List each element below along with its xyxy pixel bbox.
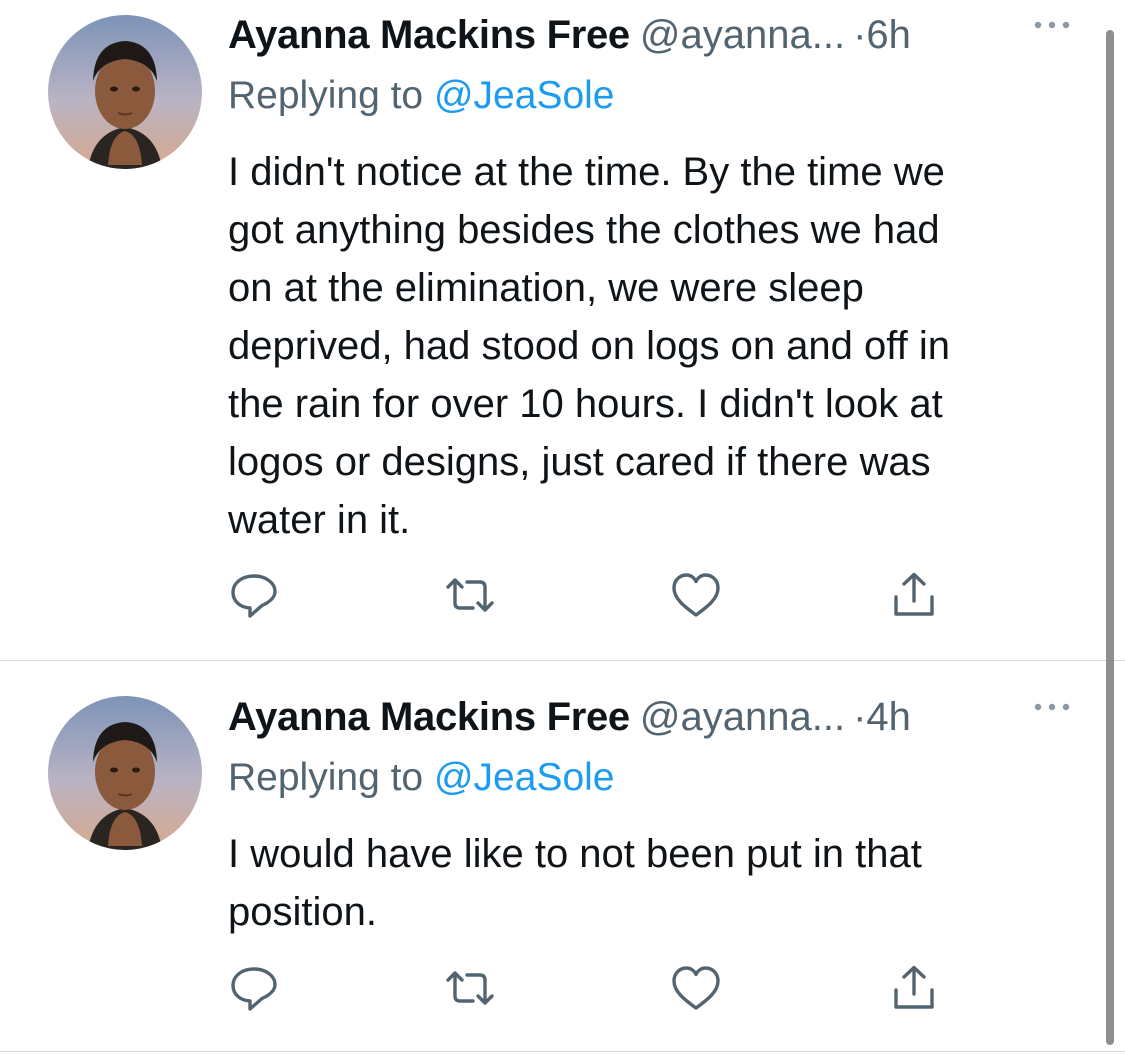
scrollbar[interactable] [1106,30,1114,1045]
tweet-text-line: water in it. [228,498,411,542]
user-handle[interactable]: @ayanna... [640,695,845,739]
tweet-divider [0,1051,1125,1052]
like-icon[interactable] [670,570,722,620]
mention-link[interactable]: @JeaSole [434,756,615,799]
reply-icon[interactable] [228,570,280,620]
tweet-text-line: I didn't notice at the time. By the time… [228,150,945,194]
display-name[interactable]: Ayanna Mackins Free [228,13,630,57]
avatar[interactable] [48,15,202,169]
tweet-text-line: the rain for over 10 hours. I didn't loo… [228,382,943,426]
tweet-text-line: position. [228,890,377,934]
tweet-actions [228,963,948,1013]
tweet-text-line: got anything besides the clothes we had [228,208,940,252]
mention-link[interactable]: @JeaSole [434,74,615,117]
avatar[interactable] [48,696,202,850]
separator-dot: · [853,695,867,739]
user-handle[interactable]: @ayanna... [640,13,845,57]
more-icon[interactable] [1030,692,1074,722]
tweet-header: Ayanna Mackins Free @ayanna... ·4h [228,692,1112,742]
tweet-text-line: logos or designs, just cared if there wa… [228,440,931,484]
display-name[interactable]: Ayanna Mackins Free [228,695,630,739]
tweet-text-line: on at the elimination, we were sleep [228,266,864,310]
tweet-header: Ayanna Mackins Free @ayanna... ·6h [228,10,1112,60]
tweet[interactable]: Ayanna Mackins Free @ayanna... ·4h Replyin… [0,661,1112,1041]
retweet-icon[interactable] [444,570,496,620]
retweet-icon[interactable] [444,963,496,1013]
replying-to-line: Replying to @JeaSole [228,753,615,803]
like-icon[interactable] [670,963,722,1013]
tweet-text: I didn't notice at the time. By the time… [228,143,1098,549]
tweet[interactable]: Ayanna Mackins Free @ayanna... ·6h Replyin… [0,0,1112,660]
timestamp[interactable]: 4h [866,695,911,739]
tweet-text: I would have like to not been put in tha… [228,825,1098,941]
more-icon[interactable] [1030,10,1074,40]
reply-icon[interactable] [228,963,280,1013]
separator-dot: · [853,13,867,57]
share-icon[interactable] [888,963,940,1013]
tweet-text-line: deprived, had stood on logs on and off i… [228,324,951,368]
tweet-text-line: I would have like to not been put in tha… [228,832,922,876]
timestamp[interactable]: 6h [866,13,911,57]
replying-to-label: Replying to [228,756,424,799]
replying-to-line: Replying to @JeaSole [228,71,615,121]
share-icon[interactable] [888,570,940,620]
replying-to-label: Replying to [228,74,424,117]
tweet-actions [228,570,948,620]
